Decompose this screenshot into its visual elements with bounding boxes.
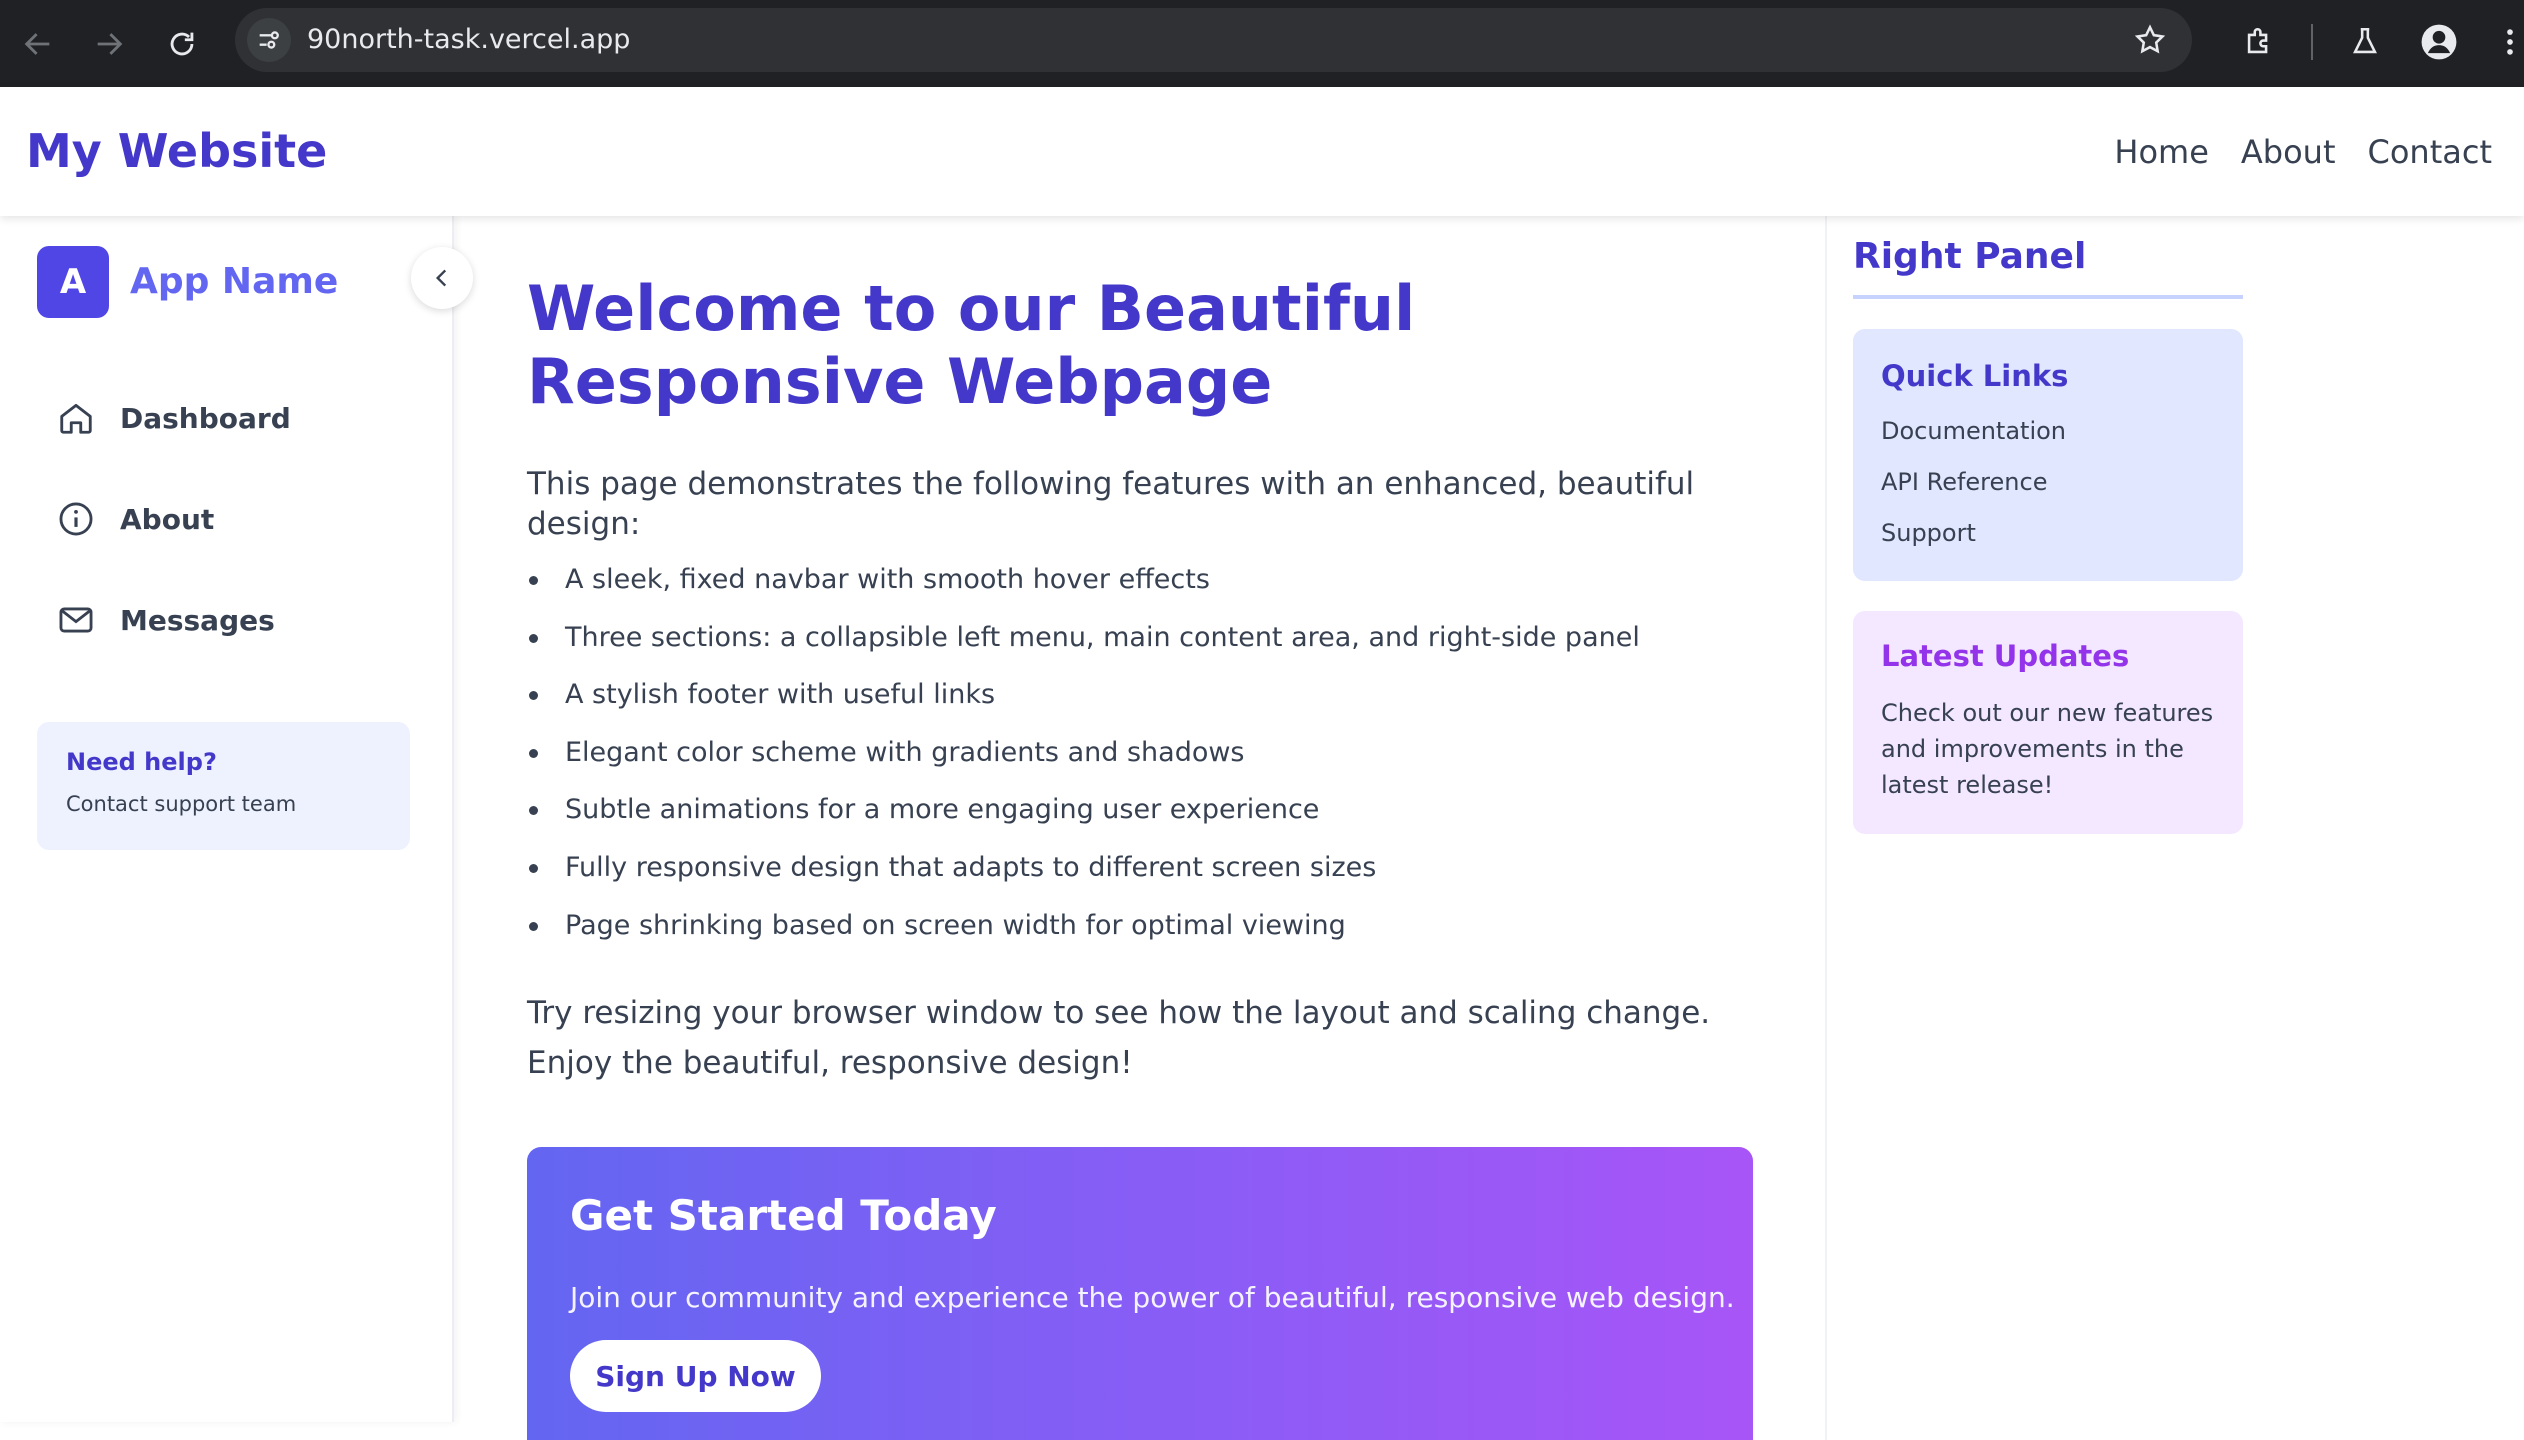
list-item: Subtle animations for a more engaging us… <box>527 781 1753 839</box>
bookmark-star-icon[interactable] <box>2130 20 2170 60</box>
sidebar-collapse-button[interactable] <box>411 247 473 309</box>
help-subtitle: Contact support team <box>66 792 297 816</box>
quick-links-title: Quick Links <box>1881 359 2069 393</box>
app-name: App Name <box>130 261 339 302</box>
sidebar-item-dashboard[interactable]: Dashboard <box>56 388 436 448</box>
sidebar-item-messages[interactable]: Messages <box>56 590 436 650</box>
site-navbar: My Website Home About Contact <box>0 87 2524 216</box>
outro-text: Try resizing your browser window to see … <box>527 995 1711 1081</box>
browser-toolbar: 90north-task.vercel.app <box>0 0 2524 87</box>
list-item: Elegant color scheme with gradients and … <box>527 724 1753 782</box>
cta-title: Get Started Today <box>570 1191 997 1240</box>
quick-links-card: Quick Links Documentation API Reference … <box>1853 329 2243 581</box>
left-sidebar: A App Name Dashboard About Messages Need… <box>0 216 454 1422</box>
reload-button[interactable] <box>156 18 208 70</box>
right-panel-title: Right Panel <box>1853 236 2087 277</box>
help-title: Need help? <box>66 748 217 776</box>
bullet-icon <box>529 921 538 931</box>
list-item: Three sections: a collapsible left menu,… <box>527 609 1753 667</box>
list-item: A sleek, fixed navbar with smooth hover … <box>527 551 1753 609</box>
link-api-reference[interactable]: API Reference <box>1881 468 2047 496</box>
app-logo: A <box>37 246 109 318</box>
sidebar-item-label: Messages <box>120 603 275 637</box>
link-support[interactable]: Support <box>1881 519 1976 547</box>
bullet-icon <box>529 691 538 701</box>
nav-links: Home About Contact <box>2114 87 2492 216</box>
bullet-icon <box>529 806 538 816</box>
back-button[interactable] <box>12 18 64 70</box>
nav-link-home[interactable]: Home <box>2114 133 2209 171</box>
nav-link-about[interactable]: About <box>2241 133 2336 171</box>
info-icon <box>56 499 96 539</box>
main-content: Welcome to our Beautiful Responsive Webp… <box>527 216 1753 1440</box>
feature-list: A sleek, fixed navbar with smooth hover … <box>527 551 1753 954</box>
sidebar-item-label: Dashboard <box>120 401 291 435</box>
home-icon <box>56 398 96 438</box>
toolbar-divider <box>2311 24 2313 60</box>
profile-avatar-icon[interactable] <box>2413 16 2465 68</box>
arrow-left-icon <box>24 33 50 55</box>
address-bar[interactable]: 90north-task.vercel.app <box>235 8 2192 72</box>
sidebar-item-about[interactable]: About <box>56 489 436 549</box>
cta-banner: Get Started Today Join our community and… <box>527 1147 1753 1440</box>
arrow-right-icon <box>97 33 123 55</box>
latest-updates-title: Latest Updates <box>1881 639 2130 673</box>
reload-icon <box>170 32 194 56</box>
browser-menu-icon[interactable] <box>2484 16 2524 68</box>
help-box[interactable]: Need help? Contact support team <box>37 722 410 850</box>
latest-updates-body: Check out our new features and improveme… <box>1881 699 2214 799</box>
list-item: Fully responsive design that adapts to d… <box>527 839 1753 897</box>
right-panel-underline <box>1853 295 2243 299</box>
latest-updates-card: Latest Updates Check out our new feature… <box>1853 611 2243 834</box>
list-item: A stylish footer with useful links <box>527 666 1753 724</box>
site-info-icon[interactable] <box>247 18 291 62</box>
right-panel-divider <box>1825 216 1827 1440</box>
bullet-icon <box>529 576 538 585</box>
link-documentation[interactable]: Documentation <box>1881 417 2066 445</box>
sidebar-item-label: About <box>120 502 215 536</box>
extensions-icon[interactable] <box>2233 16 2285 68</box>
page-title: Welcome to our Beautiful Responsive Webp… <box>527 272 1416 418</box>
forward-button[interactable] <box>83 18 135 70</box>
site-brand[interactable]: My Website <box>26 87 327 216</box>
list-item: Page shrinking based on screen width for… <box>527 897 1753 955</box>
labs-flask-icon[interactable] <box>2339 16 2391 68</box>
mail-icon <box>56 600 96 640</box>
url-text[interactable]: 90north-task.vercel.app <box>307 8 630 72</box>
chevron-left-icon <box>435 269 447 287</box>
sign-up-button[interactable]: Sign Up Now <box>570 1340 821 1412</box>
bullet-icon <box>529 633 538 643</box>
nav-link-contact[interactable]: Contact <box>2368 133 2493 171</box>
bullet-icon <box>529 748 538 758</box>
bullet-icon <box>529 863 538 873</box>
cta-text: Join our community and experience the po… <box>570 1281 1735 1314</box>
intro-text: This page demonstrates the following fea… <box>527 466 1695 542</box>
